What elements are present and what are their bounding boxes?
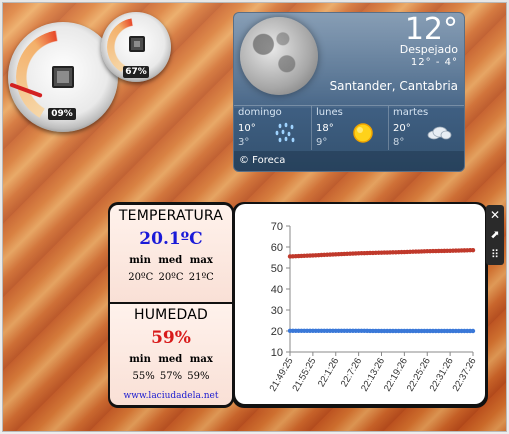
forecast-low: 8° <box>393 137 405 148</box>
forecast-day-name: martes <box>393 107 429 118</box>
y-tick-label: 30 <box>271 305 283 317</box>
series-point-0 <box>470 247 476 253</box>
gadget-toolbar: ✕ ⬈ ⠿ <box>486 205 504 265</box>
sensor-readings-panel: TEMPERATURA 20.1ºC min med max 20ºC 20ºC… <box>108 202 234 408</box>
forecast-low: 3° <box>238 137 250 148</box>
chart-frame: 10 20 30 40 50 60 70 21:49:25 21:55:25 22:1:26 22:… <box>232 202 488 408</box>
moon-icon <box>240 17 318 95</box>
weather-location[interactable]: Santander, Cantabria <box>330 79 458 93</box>
humidity-block: HUMEDAD 59% min med max 55% 57% 59% www.… <box>110 304 232 405</box>
weather-provider[interactable]: © Foreca <box>234 151 464 171</box>
forecast-high: 20° <box>393 123 411 134</box>
temperature-title: TEMPERATURA <box>118 208 224 224</box>
current-temperature: 12° <box>404 12 458 47</box>
options-button[interactable]: ⬈ <box>487 226 503 244</box>
range-low: 4° <box>444 57 458 68</box>
chart-panel: 10 20 30 40 50 60 70 21:49:25 21:55:25 22:1:26 22:… <box>235 204 485 404</box>
humidity-stats: 55% 57% 59% <box>132 371 210 382</box>
humidity-stats-header: min med max <box>129 354 213 365</box>
forecast-day-name: domingo <box>238 107 282 118</box>
forecast-day-name: lunes <box>316 107 343 118</box>
cloud-icon <box>427 126 452 140</box>
forecast-low: 9° <box>316 137 328 148</box>
sensor-gadget[interactable]: TEMPERATURA 20.1ºC min med max 20ºC 20ºC… <box>108 202 488 408</box>
series-point-1 <box>470 328 476 334</box>
ram-meter-gauge[interactable]: 67% <box>101 12 171 82</box>
cpu-chip-icon <box>52 66 74 88</box>
y-tick-label: 50 <box>271 263 283 275</box>
temperature-range: 12° - 4° <box>411 57 458 68</box>
range-separator: - <box>435 57 441 68</box>
range-high: 12° <box>410 57 432 68</box>
close-button[interactable]: ✕ <box>487 206 503 224</box>
temperature-block: TEMPERATURA 20.1ºC min med max 20ºC 20ºC… <box>110 205 232 302</box>
temperature-stats-header: min med max <box>129 255 213 266</box>
website-link[interactable]: www.laciudadela.net <box>110 391 232 401</box>
y-tick-label: 10 <box>271 347 283 359</box>
forecast-high: 10° <box>238 123 256 134</box>
rain-icon <box>275 122 295 143</box>
weather-gadget[interactable]: 12° Despejado 12° - 4° Santander, Cantab… <box>233 12 465 172</box>
current-condition: Despejado <box>399 43 458 56</box>
memory-chip-icon <box>129 36 145 52</box>
ram-value: 67% <box>123 66 149 78</box>
humidity-value: 59% <box>151 328 191 348</box>
y-tick-label: 20 <box>271 326 283 338</box>
sun-icon <box>353 123 373 143</box>
y-tick-label: 70 <box>271 221 283 233</box>
forecast-day: lunes 18° 9° <box>311 106 388 150</box>
x-tick-label: 22:1:26 <box>316 356 341 389</box>
temperature-stats: 20ºC 20ºC 21ºC <box>128 272 214 283</box>
y-tick-label: 60 <box>271 242 283 254</box>
humidity-title: HUMEDAD <box>134 307 208 323</box>
y-tick-label: 40 <box>271 284 283 296</box>
drag-handle[interactable]: ⠿ <box>487 246 503 264</box>
forecast-high: 18° <box>316 123 334 134</box>
cpu-value: 09% <box>48 108 76 120</box>
history-chart: 1020304050607021:49:2521:55:2522:1:2622:… <box>268 221 479 394</box>
forecast-day: domingo 10° 3° <box>234 106 311 150</box>
forecast-day: martes 20° 8° <box>388 106 464 150</box>
temperature-value: 20.1ºC <box>139 229 203 249</box>
forecast-strip: domingo 10° 3° lunes 18° 9° martes 20° 8… <box>234 105 464 150</box>
